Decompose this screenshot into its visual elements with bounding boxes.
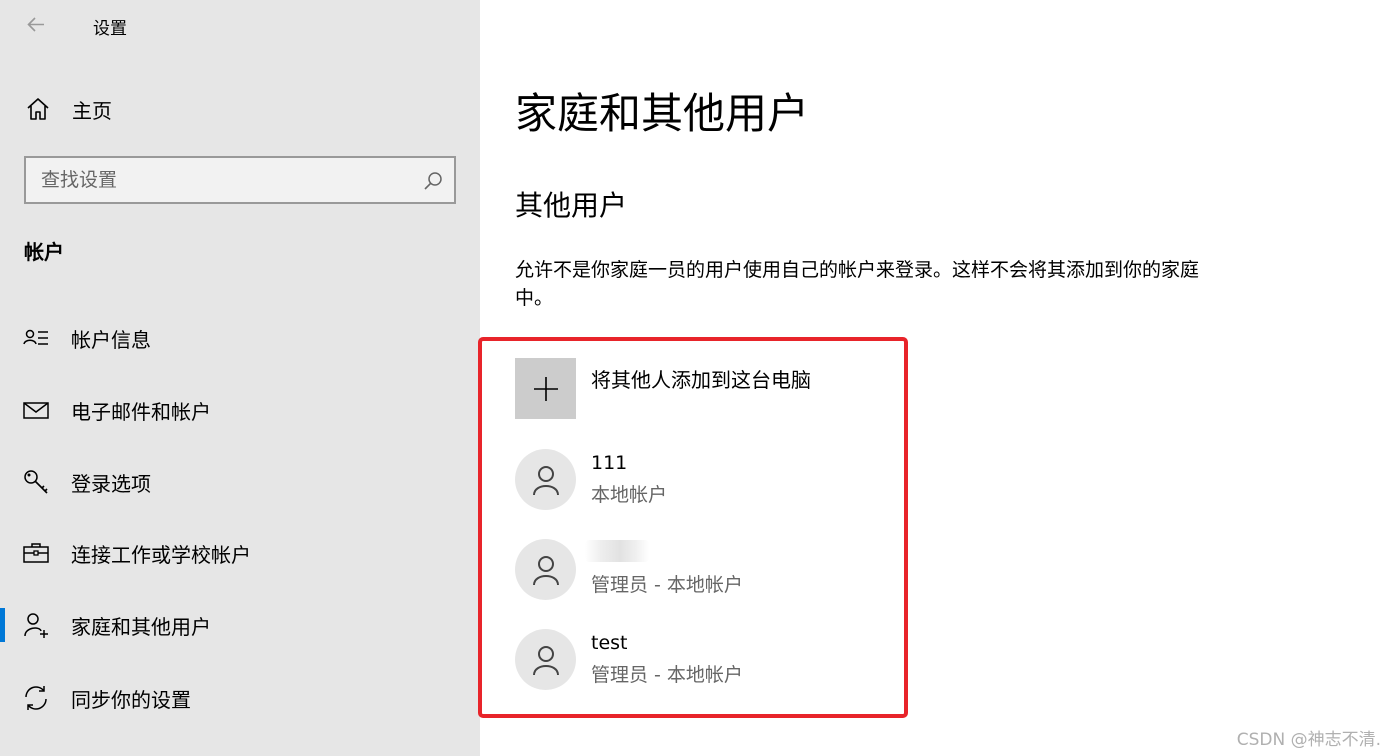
sidebar-item-label: 连接工作或学校帐户 [71, 542, 251, 567]
home-nav-item[interactable]: 主页 [24, 92, 112, 126]
sidebar-item-signin[interactable]: 登录选项 [0, 459, 480, 505]
sync-icon [22, 684, 50, 712]
page-title: 家庭和其他用户 [515, 89, 810, 138]
sidebar-item-label: 电子邮件和帐户 [71, 399, 211, 424]
person-add-icon [22, 611, 50, 639]
back-button[interactable] [20, 8, 54, 42]
home-icon [24, 95, 52, 123]
search-input[interactable] [26, 169, 406, 191]
avatar [515, 449, 576, 510]
avatar [515, 629, 576, 690]
plus-icon [533, 376, 558, 401]
key-icon [22, 468, 50, 496]
sidebar-item-label: 家庭和其他用户 [71, 614, 211, 639]
user-item-blurred[interactable]: 管理员 - 本地帐户 [515, 539, 895, 601]
sidebar-item-family[interactable]: 家庭和其他用户 [0, 602, 480, 648]
person-icon [532, 555, 559, 585]
section-label: 帐户 [24, 240, 64, 264]
sidebar-item-email[interactable]: 电子邮件和帐户 [0, 387, 480, 433]
home-label: 主页 [72, 98, 112, 123]
sidebar-item-label: 同步你的设置 [71, 687, 191, 712]
person-icon [532, 645, 559, 675]
search-box[interactable] [24, 156, 456, 204]
search-icon[interactable] [422, 170, 444, 192]
user-item-test[interactable]: test 管理员 - 本地帐户 [515, 629, 895, 691]
section-title: 其他用户 [515, 189, 628, 222]
add-tile [515, 358, 576, 419]
selected-indicator [0, 608, 5, 642]
sidebar-item-label: 登录选项 [71, 471, 151, 496]
app-title: 设置 [93, 19, 127, 39]
user-account-type: 管理员 - 本地帐户 [591, 574, 743, 596]
avatar [515, 539, 576, 600]
sidebar: 设置 主页 帐户 帐户信息 [0, 0, 480, 756]
redacted-user-name [585, 540, 649, 562]
sidebar-item-sync[interactable]: 同步你的设置 [0, 675, 480, 721]
user-name: test [591, 632, 628, 654]
briefcase-icon [22, 539, 50, 567]
sidebar-item-label: 帐户信息 [71, 327, 151, 352]
sidebar-item-work-school[interactable]: 连接工作或学校帐户 [0, 530, 480, 576]
user-name: 111 [591, 452, 628, 474]
user-account-type: 管理员 - 本地帐户 [591, 664, 743, 686]
account-info-icon [22, 324, 50, 352]
watermark: CSDN @神志不清. [1236, 730, 1381, 750]
user-item-111[interactable]: 111 本地帐户 [515, 449, 895, 511]
person-icon [532, 465, 559, 495]
add-user-button[interactable]: 将其他人添加到这台电脑 [515, 358, 895, 420]
description-text: 允许不是你家庭一员的用户使用自己的帐户来登录。这样不会将其添加到你的家庭中。 [515, 259, 1200, 309]
mail-icon [22, 396, 50, 424]
sidebar-item-account-info[interactable]: 帐户信息 [0, 315, 480, 361]
add-user-label: 将其他人添加到这台电脑 [591, 368, 811, 392]
user-account-type: 本地帐户 [591, 484, 668, 506]
back-arrow-icon [27, 17, 44, 32]
